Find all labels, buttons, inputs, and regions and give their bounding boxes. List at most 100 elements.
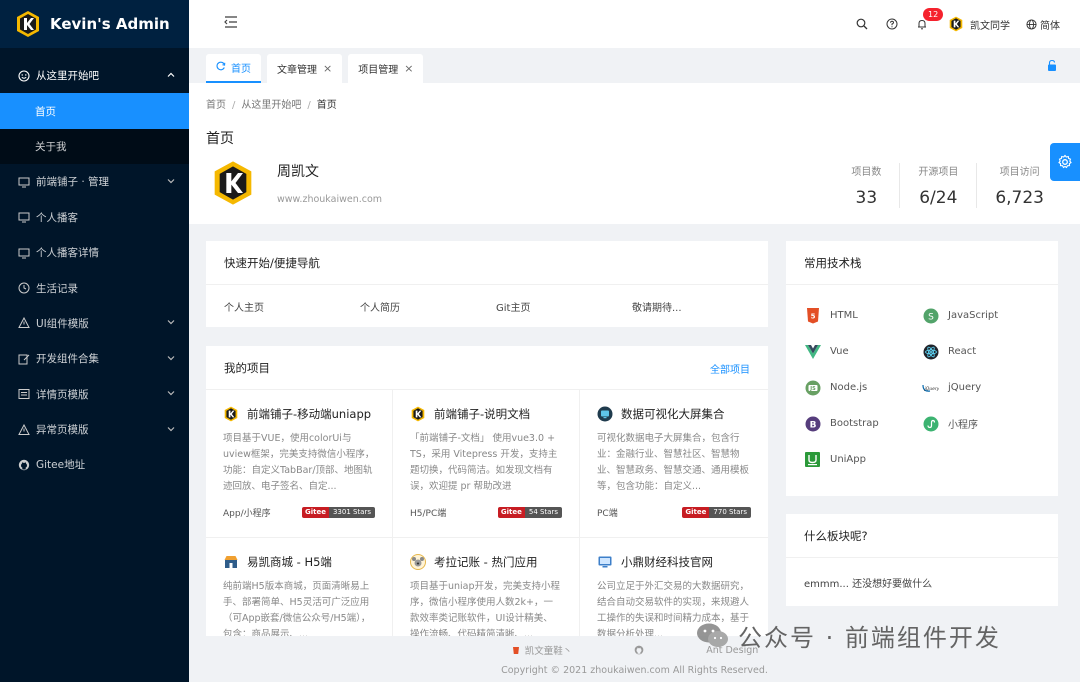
sidebar-item-ui-templates[interactable]: UI组件模版 xyxy=(0,306,189,341)
html5-icon: 5 xyxy=(804,307,821,324)
tech-item[interactable]: Vue xyxy=(804,343,922,360)
sidebar-item-home[interactable]: 首页 xyxy=(0,93,189,129)
bell-icon[interactable]: 12 xyxy=(907,0,944,48)
github-icon xyxy=(18,459,30,471)
settings-button[interactable] xyxy=(1050,143,1080,181)
tech-item[interactable]: S JavaScript xyxy=(922,307,1040,324)
footer-link-github[interactable] xyxy=(634,643,644,657)
tech-name: Node.js xyxy=(830,382,868,393)
tech-item[interactable]: JS Node.js xyxy=(804,379,922,396)
sidebar-item-podcast-detail[interactable]: 个人播客详情 xyxy=(0,235,189,270)
stat-label: 开源项目 xyxy=(918,167,959,178)
tab-home[interactable]: 首页 xyxy=(206,54,261,83)
globe-icon xyxy=(1026,18,1037,30)
avatar xyxy=(949,16,963,32)
tech-item[interactable]: B Bootstrap xyxy=(804,415,922,432)
warning-icon xyxy=(18,317,30,329)
sidebar-item-label: 开发组件合集 xyxy=(36,353,99,366)
chevron-up-icon xyxy=(167,70,175,82)
smile-icon xyxy=(18,70,30,82)
tech-item[interactable]: jQuery jQuery xyxy=(922,379,1040,396)
breadcrumb-current: 首页 xyxy=(316,100,337,111)
quick-link[interactable]: Git主页 xyxy=(496,299,632,314)
help-icon[interactable] xyxy=(877,0,907,48)
sidebar-item-label: Gitee地址 xyxy=(36,459,86,472)
all-projects-link[interactable]: 全部项目 xyxy=(710,361,750,376)
quick-nav-card: 快速开始/便捷导航 个人主页 个人简历 Git主页 敬请期待... xyxy=(206,241,768,327)
sidebar-item-podcast[interactable]: 个人播客 xyxy=(0,200,189,235)
project-card[interactable]: 前端铺子-说明文档 「前端铺子-文档」 使用vue3.0 + TS，采用 Vit… xyxy=(393,390,580,538)
project-card[interactable]: 易凯商城 - H5端 纯前端H5版本商城，页面清晰易上手、部署简单、H5灵活可广… xyxy=(206,538,393,636)
breadcrumb-item[interactable]: 首页 xyxy=(206,100,226,111)
username: 凯文同学 xyxy=(970,20,1010,32)
page-tabs: 首页 文章管理 × 项目管理 × xyxy=(189,48,1080,83)
tab-label: 首页 xyxy=(231,64,251,75)
quick-link[interactable]: 个人简历 xyxy=(360,299,496,314)
tab-articles[interactable]: 文章管理 × xyxy=(267,54,343,83)
quick-link[interactable]: 个人主页 xyxy=(224,299,360,314)
copyright: Copyright © 2021 zhoukaiwen.com All Righ… xyxy=(501,665,768,676)
user-menu[interactable]: 凯文同学 xyxy=(949,16,1010,32)
cup-icon xyxy=(512,647,519,654)
project-card[interactable]: 考拉记账 - 热门应用 项目基于uniap开发，完美支持小程序，微信小程序使用人… xyxy=(393,538,580,636)
kevin-logo-icon xyxy=(411,406,425,422)
sidebar-item-label: UI组件模版 xyxy=(36,317,89,330)
stats: 项目数 33 开源项目 6/24 项目访问 6,723 xyxy=(833,163,1062,208)
close-icon[interactable]: × xyxy=(323,62,332,75)
quick-link[interactable]: 敬请期待... xyxy=(632,299,768,314)
tech-item[interactable]: React xyxy=(922,343,1040,360)
breadcrumb: 首页 / 从这里开始吧 / 首页 xyxy=(206,100,337,111)
gitee-stars-badge[interactable]: Gitee 54 Stars xyxy=(497,507,562,518)
project-name: 前端铺子-说明文档 xyxy=(434,407,531,421)
project-card[interactable]: 前端铺子-移动端uniapp 项目基于VUE，使用colorUi与uview框架… xyxy=(206,390,393,538)
footer-link-author[interactable]: 凯文童鞋丶 xyxy=(511,643,572,657)
sidebar-item-label: 关于我 xyxy=(35,140,67,153)
profile-site[interactable]: www.zhoukaiwen.com xyxy=(277,194,382,205)
project-platform: H5/PC端 xyxy=(410,509,447,519)
uniapp-icon xyxy=(804,451,821,468)
project-name: 易凯商城 - H5端 xyxy=(247,555,332,569)
mini-program-icon xyxy=(922,415,939,432)
logo[interactable]: Kevin's Admin xyxy=(0,0,189,48)
project-card[interactable]: 数据可视化大屏集合 可视化数据电子大屏集合，包含行业：金融行业、智慧社区、智慧物… xyxy=(580,390,768,538)
jquery-icon: jQuery xyxy=(922,379,939,396)
project-name: 小鼎财经科技官网 xyxy=(621,555,713,569)
stat-value: 6,723 xyxy=(995,188,1044,208)
sidebar-item-about[interactable]: 关于我 xyxy=(0,129,189,164)
tech-name: Bootstrap xyxy=(830,418,879,429)
sidebar-item-gitee[interactable]: Gitee地址 xyxy=(0,447,189,482)
sidebar-item-dev-components[interactable]: 开发组件合集 xyxy=(0,341,189,376)
close-icon[interactable]: × xyxy=(404,62,413,75)
sidebar-item-error-templates[interactable]: 异常页模版 xyxy=(0,412,189,447)
project-desc: 可视化数据电子大屏集合，包含行业：金融行业、智慧社区、智慧物业、智慧政务、智慧交… xyxy=(597,433,750,492)
sidebar-submenu: 首页 关于我 xyxy=(0,93,189,165)
sidebar-menu: 从这里开始吧 首页 关于我 前端铺子 · 管理 个人播客 个人播客详情 生活记录… xyxy=(0,48,189,483)
chevron-down-icon xyxy=(167,317,175,329)
tech-item[interactable]: UniApp xyxy=(804,451,922,468)
star-count: 3301 Stars xyxy=(328,507,375,518)
lock-icon[interactable] xyxy=(1046,59,1058,75)
desktop-icon xyxy=(18,247,30,259)
tech-item[interactable]: 小程序 xyxy=(922,415,1040,432)
chevron-down-icon xyxy=(167,353,175,365)
sidebar-item-shop-admin[interactable]: 前端铺子 · 管理 xyxy=(0,164,189,199)
warning-icon xyxy=(18,423,30,436)
gitee-label: Gitee xyxy=(301,507,329,518)
tab-projects[interactable]: 项目管理 × xyxy=(348,54,424,83)
vue-icon xyxy=(804,343,821,360)
gitee-stars-badge[interactable]: Gitee 3301 Stars xyxy=(301,507,375,518)
profile-logo xyxy=(214,161,252,205)
sidebar-item-life[interactable]: 生活记录 xyxy=(0,270,189,305)
sidebar-item-start[interactable]: 从这里开始吧 xyxy=(0,58,189,93)
tech-name: UniApp xyxy=(830,454,866,465)
language-switch[interactable]: 简体 xyxy=(1026,17,1060,32)
gitee-stars-badge[interactable]: Gitee 770 Stars xyxy=(682,507,751,518)
project-desc: 纯前端H5版本商城，页面清晰易上手、部署简单、H5灵活可广泛应用（可App嵌套/… xyxy=(223,581,371,636)
breadcrumb-item[interactable]: 从这里开始吧 xyxy=(241,100,301,111)
menu-fold-icon[interactable] xyxy=(223,14,239,30)
search-icon[interactable] xyxy=(847,0,877,48)
sidebar-item-label: 个人播客 xyxy=(36,211,78,224)
tech-item[interactable]: 5 HTML xyxy=(804,307,922,324)
sidebar-item-detail-templates[interactable]: 详情页模版 xyxy=(0,377,189,412)
card-title: 快速开始/便捷导航 xyxy=(206,241,768,285)
